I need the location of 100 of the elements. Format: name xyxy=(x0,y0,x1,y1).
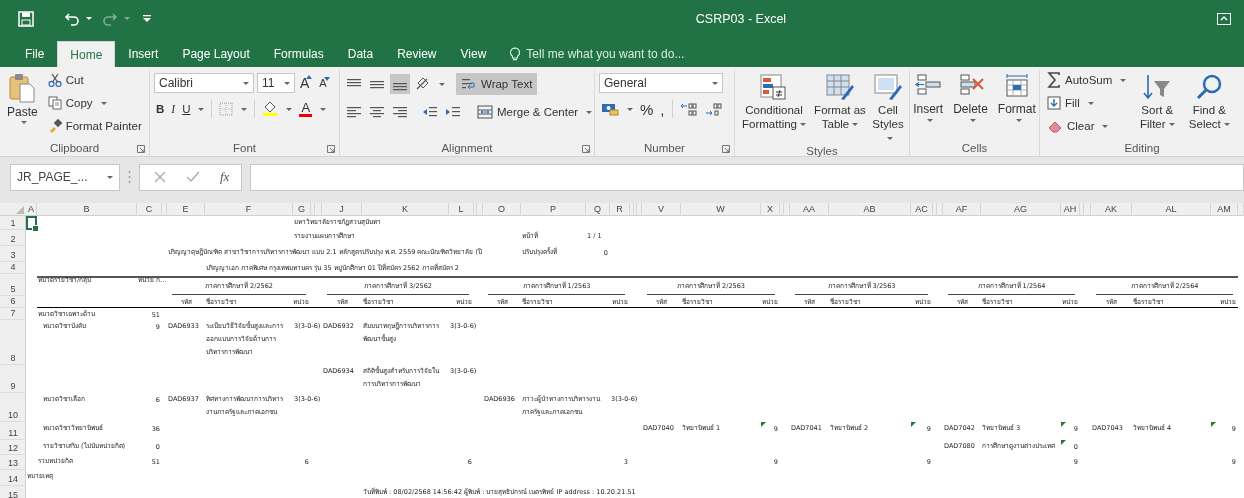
column-header[interactable]: L xyxy=(449,203,474,216)
error-indicator-icon[interactable] xyxy=(911,422,916,427)
row-header[interactable]: 6 xyxy=(0,296,26,308)
format-painter-button[interactable]: Format Painter xyxy=(44,115,145,137)
italic-button[interactable]: I xyxy=(169,99,178,119)
error-indicator-icon[interactable] xyxy=(1061,422,1066,427)
merge-center-button[interactable]: Merge & Center xyxy=(472,101,598,123)
column-header[interactable]: G xyxy=(293,203,311,216)
checkmark-icon[interactable] xyxy=(186,171,200,183)
comma-style-button[interactable]: , xyxy=(658,99,667,119)
ribbon-tab[interactable]: Data xyxy=(336,41,385,67)
paste-button[interactable]: Paste xyxy=(4,69,41,140)
tell-me-field[interactable]: Tell me what you want to do... xyxy=(526,47,717,61)
bottom-align-button[interactable] xyxy=(390,74,410,94)
row-header[interactable]: 4 xyxy=(0,262,26,274)
find-select-button[interactable]: Find & Select xyxy=(1185,69,1234,140)
column-header[interactable]: F xyxy=(205,203,293,216)
drag-handle-icon[interactable] xyxy=(128,170,131,184)
ribbon-tab[interactable]: View xyxy=(449,41,498,67)
row-header[interactable]: 13 xyxy=(0,455,26,470)
column-header[interactable]: AG xyxy=(981,203,1061,216)
clear-button[interactable]: Clear xyxy=(1044,115,1130,137)
formula-input[interactable] xyxy=(250,163,1244,191)
column-header[interactable]: C xyxy=(137,203,162,216)
row-header[interactable]: 11 xyxy=(0,422,26,440)
column-header[interactable]: AC xyxy=(911,203,933,216)
cells-button[interactable]: Delete xyxy=(950,69,991,140)
bold-button[interactable]: B xyxy=(154,99,167,119)
dialog-launcher-icon[interactable] xyxy=(722,145,730,153)
ribbon-display-icon[interactable] xyxy=(1217,12,1231,25)
row-header[interactable]: 3 xyxy=(0,246,26,262)
column-header[interactable]: AB xyxy=(829,203,911,216)
customize-icon[interactable] xyxy=(142,13,152,24)
undo-icon[interactable] xyxy=(64,10,80,27)
column-header[interactable]: B xyxy=(37,203,137,216)
row-header[interactable]: 10 xyxy=(0,393,26,422)
autosum-button[interactable]: AutoSum xyxy=(1044,69,1130,91)
column-header[interactable]: AF xyxy=(943,203,981,216)
dialog-launcher-icon[interactable] xyxy=(582,145,590,153)
ribbon-tab[interactable]: Home xyxy=(57,41,116,67)
column-header[interactable]: O xyxy=(483,203,521,216)
row-header[interactable]: 14 xyxy=(0,470,26,486)
sort-filter-button[interactable]: Sort & Filter xyxy=(1133,69,1182,140)
style-button[interactable]: Format as Table xyxy=(812,69,868,145)
number-format-field[interactable]: General xyxy=(599,73,723,93)
row-header[interactable]: 12 xyxy=(0,440,26,455)
ribbon-tab[interactable]: Review xyxy=(386,41,448,67)
column-header[interactable]: AL xyxy=(1132,203,1211,216)
error-indicator-icon[interactable] xyxy=(761,422,766,427)
wrap-text-button[interactable]: Wrap Text xyxy=(456,73,538,95)
column-header[interactable]: A xyxy=(26,203,37,216)
column-header[interactable]: AA xyxy=(790,203,829,216)
row-header[interactable]: 8 xyxy=(0,320,26,365)
column-header[interactable]: K xyxy=(362,203,449,216)
caret-icon xyxy=(927,119,934,122)
row-header[interactable]: 1 xyxy=(0,216,26,230)
row-header[interactable]: 7 xyxy=(0,308,26,320)
name-box[interactable]: JR_PAGE_... xyxy=(10,163,120,191)
column-header[interactable]: P xyxy=(521,203,586,216)
error-indicator-icon[interactable] xyxy=(1061,440,1066,445)
ribbon-tab[interactable]: Page Layout xyxy=(171,41,261,67)
dialog-launcher-icon[interactable] xyxy=(327,145,335,153)
font-name-field[interactable]: Calibri xyxy=(154,73,254,93)
column-header[interactable]: AM xyxy=(1211,203,1238,216)
row-header[interactable]: 2 xyxy=(0,230,26,246)
ribbon-tab[interactable]: Formulas xyxy=(262,41,335,67)
fill-button[interactable]: Fill xyxy=(1044,92,1130,114)
ribbon-tab[interactable]: Insert xyxy=(117,41,170,67)
column-header[interactable]: V xyxy=(642,203,681,216)
dialog-launcher-icon[interactable] xyxy=(137,145,145,153)
row-header[interactable]: 5 xyxy=(0,274,26,296)
save-icon[interactable] xyxy=(18,10,34,27)
copy-button[interactable]: Copy xyxy=(44,92,145,114)
cut-button[interactable]: Cut xyxy=(44,69,145,91)
column-header[interactable]: AK xyxy=(1091,203,1132,216)
caret-icon xyxy=(1223,123,1230,127)
row-header[interactable]: 15 xyxy=(0,486,26,498)
fill-handle[interactable] xyxy=(32,225,39,232)
column-header[interactable]: W xyxy=(681,203,761,216)
column-header[interactable]: R xyxy=(610,203,630,216)
selected-cell[interactable] xyxy=(26,216,37,230)
shrink-font-button[interactable]: A xyxy=(317,77,332,89)
cells-button[interactable]: Format xyxy=(994,69,1039,140)
style-button[interactable]: Conditional Formatting xyxy=(738,69,810,145)
font-size-field[interactable]: 11 xyxy=(257,73,295,93)
column-header[interactable]: J xyxy=(322,203,362,216)
cells-button[interactable]: Insert xyxy=(910,69,947,140)
column-header[interactable]: X xyxy=(761,203,780,216)
insert-function-button[interactable]: fx xyxy=(220,169,230,185)
column-header[interactable]: AH xyxy=(1061,203,1080,216)
row-header[interactable]: 9 xyxy=(0,365,26,393)
underline-button[interactable]: U xyxy=(180,99,207,119)
ribbon-tab[interactable]: File xyxy=(14,41,56,67)
percent-button[interactable]: % xyxy=(638,99,656,119)
grow-font-button[interactable]: A xyxy=(298,75,315,91)
error-indicator-icon[interactable] xyxy=(1211,422,1216,427)
column-header[interactable]: Q xyxy=(586,203,610,216)
style-button[interactable]: Cell Styles xyxy=(870,69,906,145)
column-header[interactable]: E xyxy=(167,203,205,216)
font-color-button[interactable]: A xyxy=(297,99,329,119)
